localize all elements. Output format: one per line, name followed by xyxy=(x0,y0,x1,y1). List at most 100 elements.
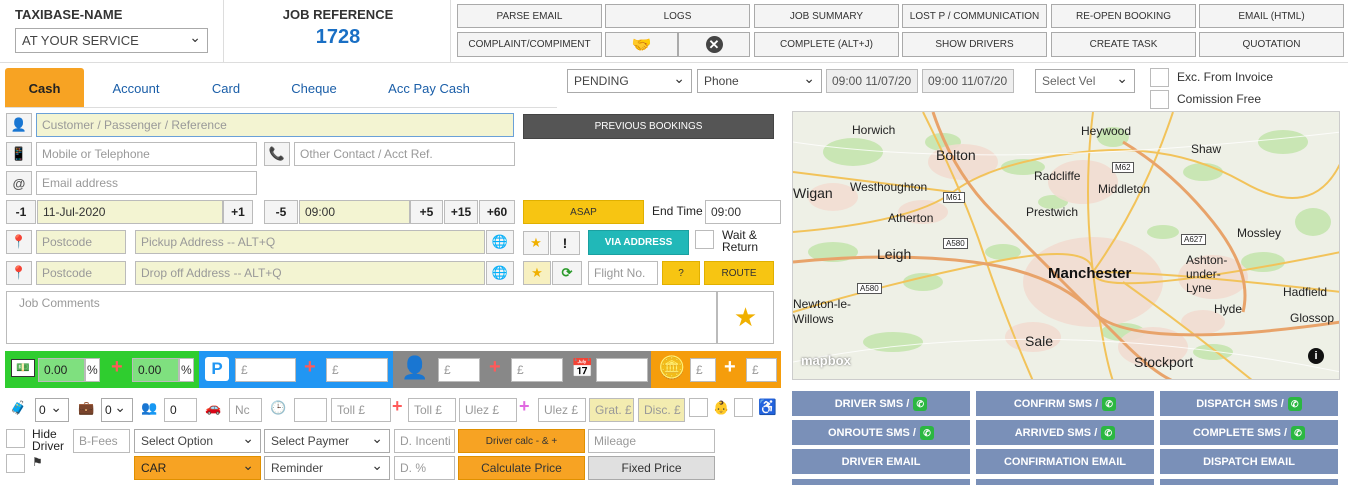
previous-bookings-button[interactable]: PREVIOUS BOOKINGS xyxy=(523,114,774,139)
job-comments-input[interactable]: Job Comments xyxy=(6,291,717,344)
reminder-select[interactable]: Reminder xyxy=(264,456,390,480)
end-time-input[interactable]: 09:00 xyxy=(705,200,781,224)
taxibase-select[interactable]: AT YOUR SERVICE xyxy=(15,28,208,53)
customer-input[interactable]: Customer / Passenger / Reference xyxy=(36,113,514,137)
date-input[interactable]: 11-Jul-2020 xyxy=(37,200,223,224)
flag-checkbox[interactable] xyxy=(6,454,25,473)
status-select[interactable]: PENDING xyxy=(567,69,692,93)
route-button[interactable]: ROUTE xyxy=(704,261,774,285)
action-button-row4-1[interactable] xyxy=(792,479,970,485)
cancel-button[interactable]: ✕ xyxy=(678,32,750,57)
time-plus60-button[interactable]: +60 xyxy=(479,200,515,224)
waiting-input-1[interactable]: £ xyxy=(438,358,480,382)
vehicle-type-select[interactable]: CAR xyxy=(134,456,261,480)
parking-input-1[interactable]: £ xyxy=(235,358,296,382)
vehicle-select[interactable]: Select Vel xyxy=(1035,69,1135,93)
mileage-input[interactable]: Mileage xyxy=(588,429,715,453)
other-contact-input[interactable]: Other Contact / Acct Ref. xyxy=(294,142,515,166)
payment-select[interactable]: Select Paymer xyxy=(264,429,390,453)
driver-email-button[interactable]: DRIVER EMAIL xyxy=(792,449,970,474)
pickup-address-input[interactable]: Pickup Address -- ALT+Q xyxy=(135,230,485,254)
exclude-invoice-checkbox[interactable] xyxy=(1150,68,1169,87)
extras-input-1[interactable]: £ xyxy=(690,358,716,382)
parking-input-2[interactable]: £ xyxy=(326,358,388,382)
asap-button[interactable]: ASAP xyxy=(523,200,644,224)
waiting-input-2[interactable]: £ xyxy=(511,358,563,382)
dropoff-address-input[interactable]: Drop off Address -- ALT+Q xyxy=(135,261,485,285)
complete-sms-button[interactable]: COMPLETE SMS / ✆ xyxy=(1160,420,1338,445)
arrived-sms-button[interactable]: ARRIVED SMS / ✆ xyxy=(976,420,1154,445)
pickup-postcode-input[interactable]: Postcode xyxy=(36,230,126,254)
booked-time-field[interactable]: 09:00 11/07/20 xyxy=(826,69,918,93)
tab-card[interactable]: Card xyxy=(187,68,265,108)
hide-driver-checkbox[interactable] xyxy=(6,429,25,448)
wheelchair-checkbox[interactable] xyxy=(734,398,753,417)
email-input[interactable]: Email address xyxy=(36,171,257,195)
time-minus-button[interactable]: -5 xyxy=(264,200,298,224)
time-input[interactable]: 09:00 xyxy=(299,200,410,224)
commission-pct-1[interactable]: 0.00 xyxy=(38,358,85,382)
date-plus-button[interactable]: +1 xyxy=(223,200,253,224)
logs-button[interactable]: LOGS xyxy=(605,4,750,28)
source-select[interactable]: Phone xyxy=(697,69,822,93)
via-address-button[interactable]: VIA ADDRESS xyxy=(588,230,689,255)
dropoff-postcode-input[interactable]: Postcode xyxy=(36,261,126,285)
fixed-price-button[interactable]: Fixed Price xyxy=(588,456,715,480)
driver-sms-button[interactable]: DRIVER SMS / ✆ xyxy=(792,391,970,416)
handshake-button[interactable]: 🤝 xyxy=(605,32,678,57)
discount-input[interactable]: Disc. £ xyxy=(638,398,685,422)
tab-cheque[interactable]: Cheque xyxy=(275,68,353,108)
globe-dropoff-icon[interactable]: 🌐 xyxy=(486,261,514,285)
calculate-price-button[interactable]: Calculate Price xyxy=(458,456,585,480)
map[interactable]: Horwich Heywood Bolton Shaw Radcliffe Mi… xyxy=(792,111,1340,380)
quotation-button[interactable]: QUOTATION xyxy=(1199,32,1344,57)
nc-input[interactable]: Nc xyxy=(229,398,262,422)
lost-property-button[interactable]: LOST P / COMMUNICATION xyxy=(902,4,1047,28)
help-button[interactable]: ? xyxy=(662,261,700,285)
pickup-time-field[interactable]: 09:00 11/07/20 xyxy=(922,69,1014,93)
time-plus15-button[interactable]: +15 xyxy=(444,200,478,224)
comments-star-icon[interactable]: ★ xyxy=(717,291,774,344)
job-summary-button[interactable]: JOB SUMMARY xyxy=(754,4,899,28)
swap-icon[interactable]: ⟳ xyxy=(552,261,582,285)
globe-icon[interactable]: 🌐 xyxy=(486,230,514,254)
ulez-input-2[interactable]: Ulez £ xyxy=(538,398,586,422)
info-icon[interactable]: i xyxy=(1308,348,1324,364)
time-extra-input[interactable] xyxy=(294,398,327,422)
create-task-button[interactable]: CREATE TASK xyxy=(1051,32,1196,57)
tab-account[interactable]: Account xyxy=(95,68,177,108)
driver-incentive-input[interactable]: D. Incenti xyxy=(394,429,455,453)
bag-select[interactable]: 0 xyxy=(101,398,133,422)
passengers-input[interactable]: 0 xyxy=(164,398,197,422)
onroute-sms-button[interactable]: ONROUTE SMS / ✆ xyxy=(792,420,970,445)
tab-acc-pay-cash[interactable]: Acc Pay Cash xyxy=(370,68,488,108)
booking-fees-input[interactable]: B-Fees xyxy=(73,429,130,453)
driver-pct-input[interactable]: D. % xyxy=(394,456,455,480)
important-button[interactable]: ! xyxy=(550,231,580,255)
luggage-select[interactable]: 0 xyxy=(35,398,69,422)
dispatch-sms-button[interactable]: DISPATCH SMS / ✆ xyxy=(1160,391,1338,416)
commission-pct-2[interactable]: 0.00 xyxy=(132,358,179,382)
confirm-sms-button[interactable]: CONFIRM SMS / ✆ xyxy=(976,391,1154,416)
complaint-button[interactable]: COMPLAINT/COMPIMENT xyxy=(457,32,602,57)
toll-input-1[interactable]: Toll £ xyxy=(331,398,391,422)
complete-button[interactable]: COMPLETE (ALT+J) xyxy=(754,32,899,57)
flight-input[interactable]: Flight No. xyxy=(588,261,658,285)
confirmation-email-button[interactable]: CONFIRMATION EMAIL xyxy=(976,449,1154,474)
date-minus-button[interactable]: -1 xyxy=(6,200,36,224)
mobile-input[interactable]: Mobile or Telephone xyxy=(36,142,257,166)
driver-calc-button[interactable]: Driver calc - & + xyxy=(458,429,585,453)
parse-email-button[interactable]: PARSE EMAIL xyxy=(457,4,602,28)
option-select[interactable]: Select Option xyxy=(134,429,261,453)
gratuity-input[interactable]: Grat. £ xyxy=(589,398,634,422)
tab-cash[interactable]: Cash xyxy=(5,68,84,108)
star-dropoff-icon[interactable]: ★ xyxy=(523,261,551,285)
dispatch-email-button[interactable]: DISPATCH EMAIL xyxy=(1160,449,1338,474)
star-icon[interactable]: ★ xyxy=(523,231,549,255)
waiting-input-3[interactable] xyxy=(596,358,648,382)
extras-input-2[interactable]: £ xyxy=(746,358,777,382)
baby-seat-checkbox[interactable] xyxy=(689,398,708,417)
ulez-input-1[interactable]: Ulez £ xyxy=(459,398,517,422)
wait-return-checkbox[interactable] xyxy=(695,230,714,249)
show-drivers-button[interactable]: SHOW DRIVERS xyxy=(902,32,1047,57)
